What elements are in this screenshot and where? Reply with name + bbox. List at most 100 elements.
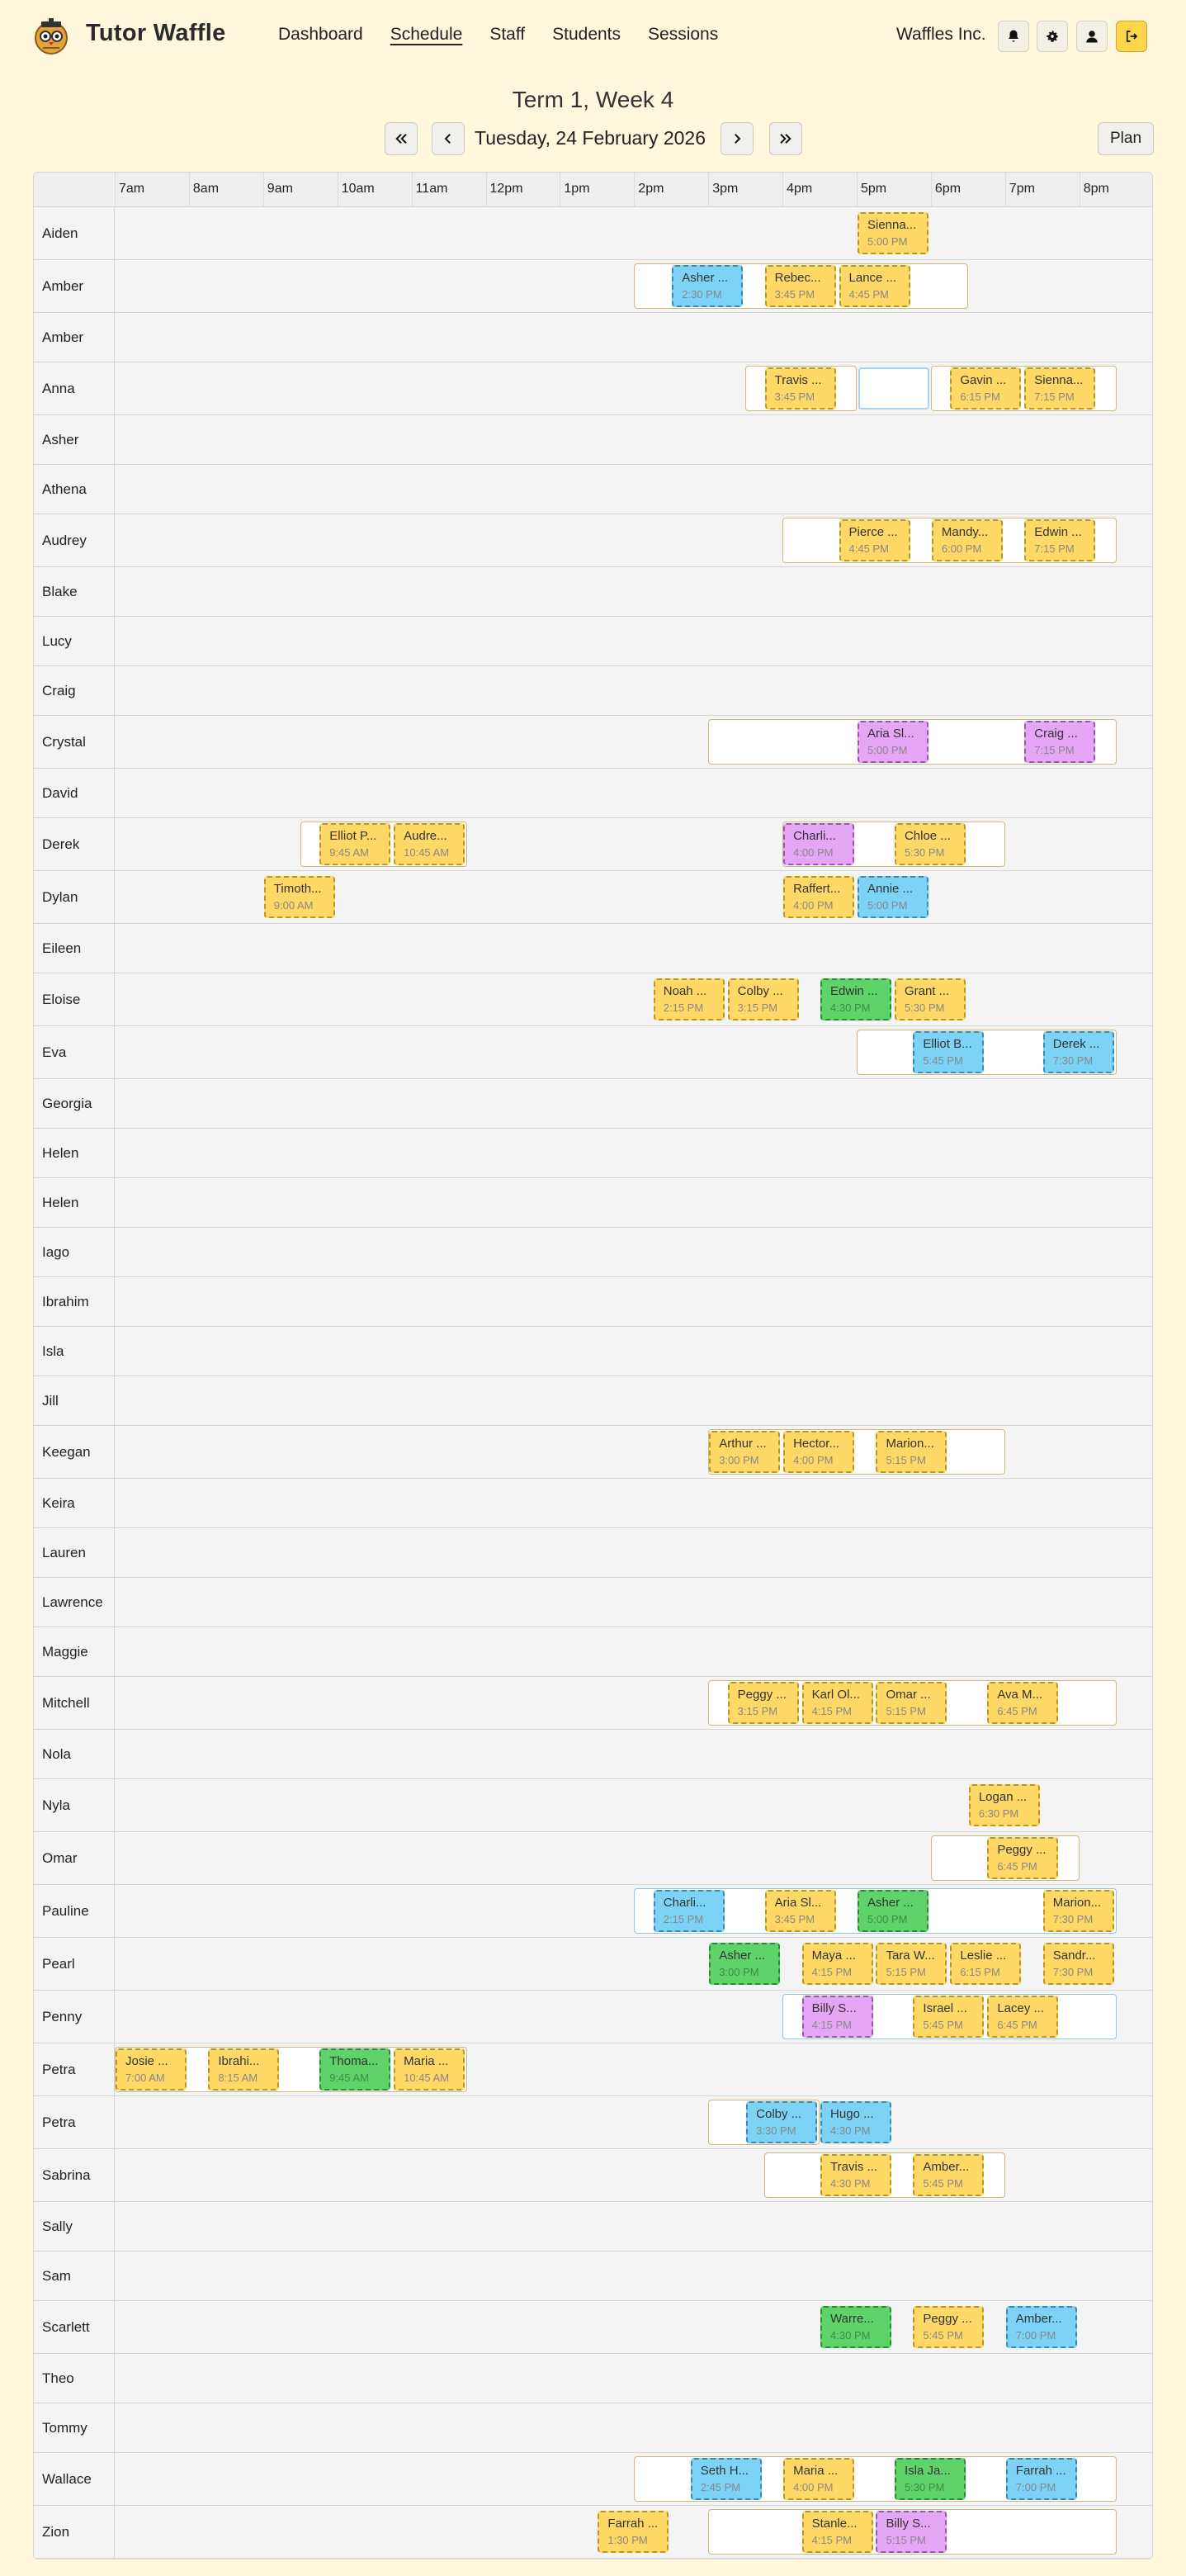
staff-name[interactable]: Dylan <box>34 871 115 923</box>
session-card[interactable]: Grant ... 5:30 PM <box>894 978 966 1020</box>
session-card[interactable]: Edwin ... 7:15 PM <box>1024 519 1096 561</box>
staff-name[interactable]: Anna <box>34 362 115 414</box>
empty-session-slot[interactable] <box>858 367 929 410</box>
session-card[interactable]: Billy S... 5:15 PM <box>876 2511 947 2553</box>
staff-name[interactable]: Athena <box>34 465 115 514</box>
staff-name[interactable]: Pearl <box>34 1938 115 1990</box>
session-card[interactable]: Sandr... 7:30 PM <box>1042 1943 1114 1985</box>
session-card[interactable]: Aria Sl... 3:45 PM <box>764 1890 836 1932</box>
session-card[interactable]: Leslie ... 6:15 PM <box>950 1943 1022 1985</box>
session-card[interactable]: Timoth... 9:00 AM <box>263 876 335 918</box>
staff-name[interactable]: Aiden <box>34 207 115 259</box>
session-card[interactable]: Peggy ... 5:45 PM <box>913 2306 985 2348</box>
staff-name[interactable]: Sam <box>34 2252 115 2300</box>
staff-name[interactable]: Mitchell <box>34 1677 115 1729</box>
session-card[interactable]: Asher ... 5:00 PM <box>858 1890 928 1932</box>
staff-name[interactable]: Derek <box>34 818 115 870</box>
staff-name[interactable]: Penny <box>34 1991 115 2043</box>
session-card[interactable]: Colby ... 3:15 PM <box>727 978 799 1020</box>
session-card[interactable]: Farrah ... 1:30 PM <box>598 2511 669 2553</box>
session-card[interactable]: Sienna... 7:15 PM <box>1024 367 1096 410</box>
next-day-button[interactable] <box>721 122 754 155</box>
logout-button[interactable] <box>1116 21 1147 52</box>
session-card[interactable]: Ava M... 6:45 PM <box>987 1682 1059 1724</box>
staff-name[interactable]: Scarlett <box>34 2301 115 2353</box>
nav-sessions[interactable]: Sessions <box>648 25 718 45</box>
session-card[interactable]: Charli... 2:15 PM <box>653 1890 725 1932</box>
session-card[interactable]: Pierce ... 4:45 PM <box>839 519 910 561</box>
staff-name[interactable]: Asher <box>34 415 115 464</box>
session-card[interactable]: Edwin ... 4:30 PM <box>820 978 892 1020</box>
first-week-button[interactable] <box>385 122 418 155</box>
notifications-button[interactable] <box>998 21 1029 52</box>
staff-name[interactable]: Lucy <box>34 617 115 665</box>
staff-name[interactable]: Craig <box>34 666 115 715</box>
nav-staff[interactable]: Staff <box>489 25 525 45</box>
staff-name[interactable]: Isla <box>34 1327 115 1376</box>
session-card[interactable]: Derek ... 7:30 PM <box>1042 1031 1114 1073</box>
session-card[interactable]: Charli... 4:00 PM <box>783 823 855 865</box>
nav-dashboard[interactable]: Dashboard <box>278 25 363 45</box>
session-card[interactable]: Josie ... 7:00 AM <box>116 2048 187 2091</box>
staff-name[interactable]: Petra <box>34 2096 115 2148</box>
brand-name[interactable]: Tutor Waffle <box>86 20 226 47</box>
session-card[interactable]: Tara W... 5:15 PM <box>876 1943 947 1985</box>
staff-name[interactable]: Blake <box>34 567 115 616</box>
session-card[interactable]: Travis ... 4:30 PM <box>820 2154 892 2196</box>
session-card[interactable]: Lacey ... 6:45 PM <box>987 1996 1059 2038</box>
session-card[interactable]: Maria ... 10:45 AM <box>394 2048 465 2091</box>
staff-name[interactable]: Sabrina <box>34 2149 115 2201</box>
session-card[interactable]: Maya ... 4:15 PM <box>801 1943 873 1985</box>
session-card[interactable]: Israel ... 5:45 PM <box>913 1996 985 2038</box>
waffle-owl-logo[interactable] <box>31 17 71 56</box>
session-card[interactable]: Lance ... 4:45 PM <box>839 265 910 307</box>
nav-schedule[interactable]: Schedule <box>390 25 463 45</box>
staff-name[interactable]: Nyla <box>34 1779 115 1831</box>
session-card[interactable]: Aria Sl... 5:00 PM <box>858 721 928 763</box>
staff-name[interactable]: David <box>34 769 115 817</box>
session-card[interactable]: Audre... 10:45 AM <box>394 823 465 865</box>
staff-name[interactable]: Sally <box>34 2202 115 2251</box>
nav-students[interactable]: Students <box>552 25 621 45</box>
staff-name[interactable]: Audrey <box>34 514 115 566</box>
session-card[interactable]: Arthur ... 3:00 PM <box>709 1431 781 1473</box>
staff-name[interactable]: Tommy <box>34 2403 115 2452</box>
staff-name[interactable]: Ibrahim <box>34 1277 115 1326</box>
session-card[interactable]: Omar ... 5:15 PM <box>876 1682 947 1724</box>
session-card[interactable]: Marion... 5:15 PM <box>876 1431 947 1473</box>
session-card[interactable]: Amber... 7:00 PM <box>1005 2306 1077 2348</box>
session-card[interactable]: Rebec... 3:45 PM <box>764 265 836 307</box>
session-card[interactable]: Sienna... 5:00 PM <box>858 212 928 254</box>
last-week-button[interactable] <box>769 122 802 155</box>
session-card[interactable]: Karl Ol... 4:15 PM <box>801 1682 873 1724</box>
session-card[interactable]: Maria ... 4:00 PM <box>783 2458 855 2500</box>
session-card[interactable]: Hugo ... 4:30 PM <box>820 2101 892 2143</box>
session-card[interactable]: Farrah ... 7:00 PM <box>1005 2458 1077 2500</box>
staff-name[interactable]: Wallace <box>34 2453 115 2505</box>
staff-name[interactable]: Eileen <box>34 924 115 973</box>
session-card[interactable]: Stanle... 4:15 PM <box>801 2511 873 2553</box>
session-card[interactable]: Noah ... 2:15 PM <box>653 978 725 1020</box>
staff-name[interactable]: Eloise <box>34 973 115 1025</box>
session-card[interactable]: Seth H... 2:45 PM <box>690 2458 762 2500</box>
staff-name[interactable]: Helen <box>34 1129 115 1177</box>
staff-name[interactable]: Jill <box>34 1376 115 1425</box>
staff-name[interactable]: Amber <box>34 313 115 362</box>
session-card[interactable]: Mandy... 6:00 PM <box>931 519 1003 561</box>
staff-name[interactable]: Nola <box>34 1730 115 1778</box>
session-card[interactable]: Chloe ... 5:30 PM <box>894 823 966 865</box>
account-button[interactable] <box>1076 21 1108 52</box>
staff-name[interactable]: Lawrence <box>34 1578 115 1627</box>
session-card[interactable]: Annie ... 5:00 PM <box>858 876 928 918</box>
staff-name[interactable]: Iago <box>34 1228 115 1276</box>
session-card[interactable]: Marion... 7:30 PM <box>1042 1890 1114 1932</box>
staff-name[interactable]: Helen <box>34 1178 115 1227</box>
staff-name[interactable]: Keira <box>34 1479 115 1527</box>
staff-name[interactable]: Theo <box>34 2354 115 2403</box>
session-card[interactable]: Peggy ... 6:45 PM <box>987 1837 1059 1879</box>
staff-name[interactable]: Zion <box>34 2506 115 2558</box>
session-card[interactable]: Craig ... 7:15 PM <box>1024 721 1096 763</box>
staff-name[interactable]: Maggie <box>34 1627 115 1676</box>
session-card[interactable]: Asher ... 2:30 PM <box>672 265 744 307</box>
session-card[interactable]: Thoma... 9:45 AM <box>319 2048 391 2091</box>
